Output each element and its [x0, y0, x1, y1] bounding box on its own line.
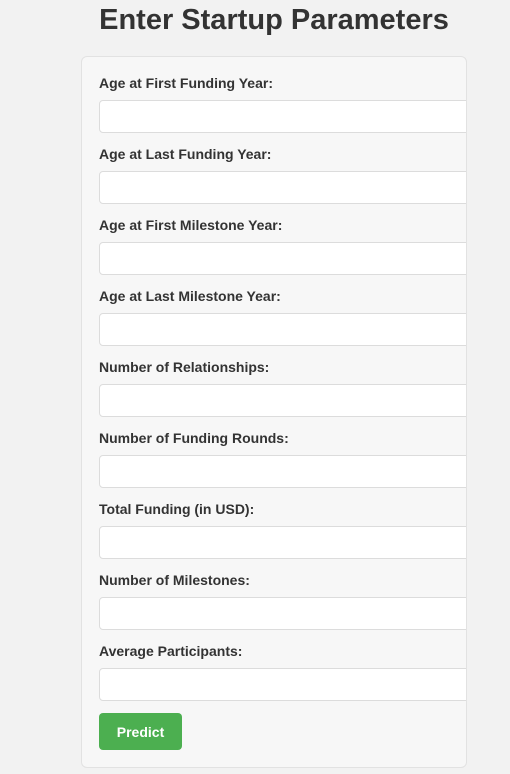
average-participants-input[interactable]: [99, 668, 466, 701]
total-funding-input[interactable]: [99, 526, 466, 559]
average-participants-label: Average Participants:: [99, 643, 243, 659]
number-of-relationships-label: Number of Relationships:: [99, 359, 270, 375]
age-first-milestone-year-label: Age at First Milestone Year:: [99, 217, 283, 233]
age-last-milestone-year-label: Age at Last Milestone Year:: [99, 288, 281, 304]
field-number-of-milestones: Number of Milestones:: [99, 571, 466, 630]
age-first-funding-year-label: Age at First Funding Year:: [99, 75, 273, 91]
startup-parameters-form: Age at First Funding Year: Age at Last F…: [81, 56, 467, 768]
number-of-milestones-label: Number of Milestones:: [99, 572, 250, 588]
field-age-last-funding-year: Age at Last Funding Year:: [99, 145, 466, 204]
age-first-funding-year-input[interactable]: [99, 100, 466, 133]
field-age-first-milestone-year: Age at First Milestone Year:: [99, 216, 466, 275]
number-of-funding-rounds-label: Number of Funding Rounds:: [99, 430, 289, 446]
field-number-of-funding-rounds: Number of Funding Rounds:: [99, 429, 466, 488]
total-funding-label: Total Funding (in USD):: [99, 501, 255, 517]
field-total-funding: Total Funding (in USD):: [99, 500, 466, 559]
page-title: Enter Startup Parameters: [99, 4, 449, 36]
age-last-funding-year-label: Age at Last Funding Year:: [99, 146, 272, 162]
number-of-relationships-input[interactable]: [99, 384, 466, 417]
number-of-funding-rounds-input[interactable]: [99, 455, 466, 488]
field-age-first-funding-year: Age at First Funding Year:: [99, 74, 466, 133]
age-last-milestone-year-input[interactable]: [99, 313, 466, 346]
age-last-funding-year-input[interactable]: [99, 171, 466, 204]
age-first-milestone-year-input[interactable]: [99, 242, 466, 275]
predict-button[interactable]: Predict: [99, 713, 182, 750]
field-number-of-relationships: Number of Relationships:: [99, 358, 466, 417]
field-average-participants: Average Participants:: [99, 642, 466, 701]
field-age-last-milestone-year: Age at Last Milestone Year:: [99, 287, 466, 346]
number-of-milestones-input[interactable]: [99, 597, 466, 630]
